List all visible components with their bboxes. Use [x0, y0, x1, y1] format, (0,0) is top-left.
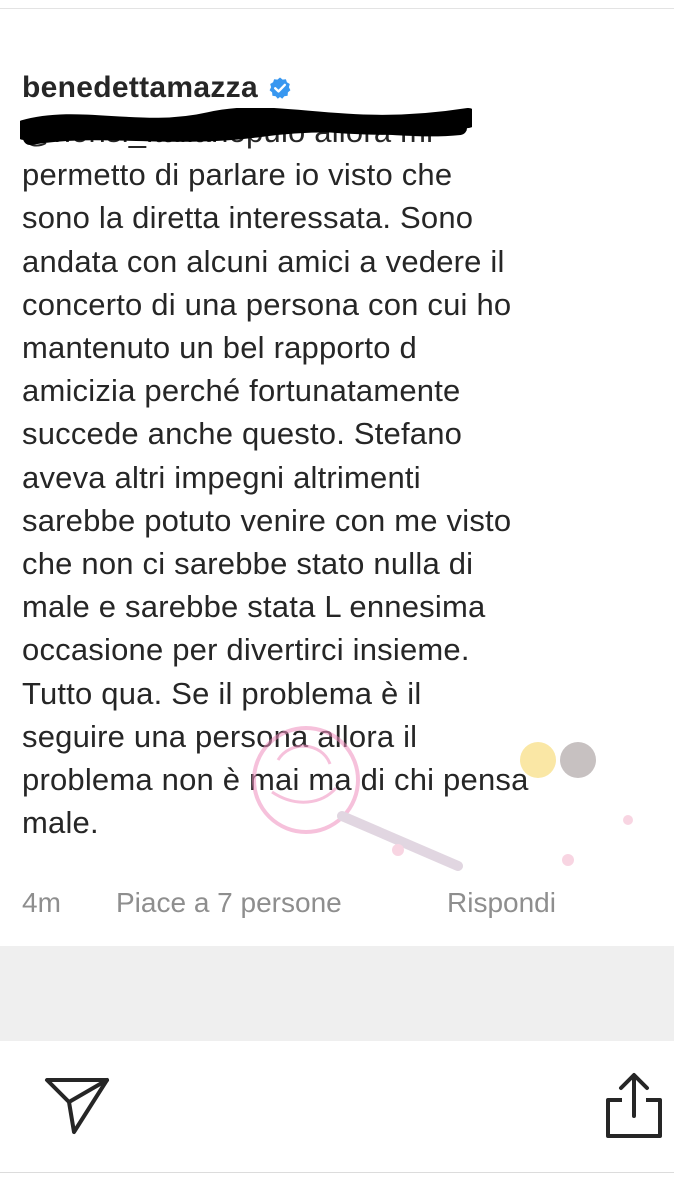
- comment-time: 4m: [22, 887, 61, 918]
- share-icon[interactable]: [604, 1072, 664, 1140]
- comment-meta: 4m Piace a 7 persone Rispondi: [22, 883, 662, 923]
- likes-link[interactable]: Piace a 7 persone: [116, 883, 342, 923]
- verified-badge-icon: [269, 77, 291, 99]
- comment-header: benedettamazza: [22, 66, 662, 110]
- bottom-divider: [0, 1172, 674, 1173]
- reply-button[interactable]: Rispondi: [447, 883, 556, 923]
- redaction-scribble: [20, 108, 472, 145]
- separator-band: [0, 946, 674, 1041]
- watermark-logo: [252, 726, 633, 871]
- top-divider: [0, 8, 674, 9]
- username[interactable]: benedettamazza: [22, 71, 258, 105]
- send-icon[interactable]: [44, 1076, 110, 1136]
